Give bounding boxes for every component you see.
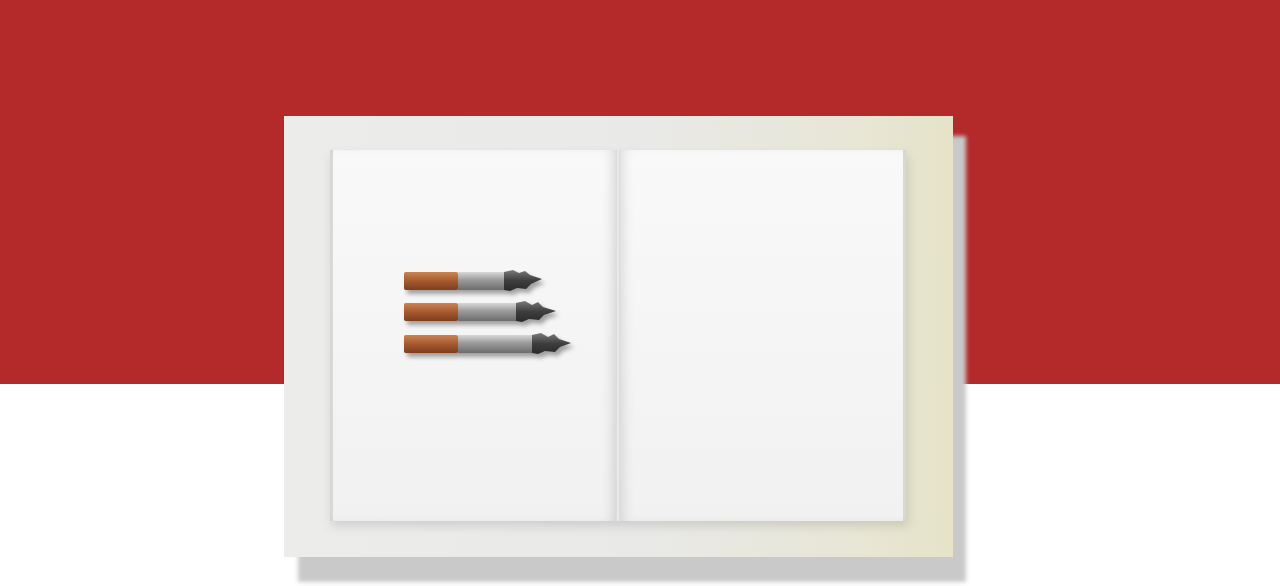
cigarette [404,270,542,291]
cigarette [404,301,556,322]
book-right-page [619,150,906,521]
cigarette [404,333,571,354]
book-spine [616,150,620,521]
cigarettes-menu-icon [404,270,571,354]
